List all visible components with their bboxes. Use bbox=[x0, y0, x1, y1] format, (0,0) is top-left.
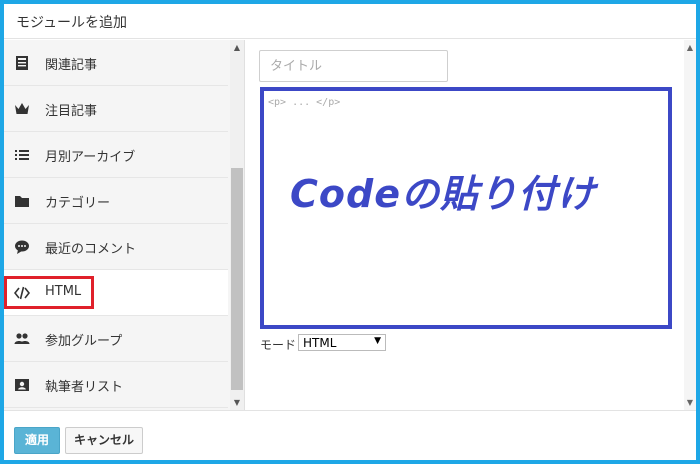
scroll-down-arrow-icon[interactable]: ▼ bbox=[230, 398, 244, 407]
paste-code-annotation: Codeの貼り付け bbox=[290, 172, 596, 216]
dialog-title: モジュールを追加 bbox=[16, 15, 128, 31]
author-card-icon bbox=[15, 379, 29, 391]
module-sidebar: 関連記事 注目記事 月別アーカイブ カテゴリー 最近のコメント HTML 参加グ… bbox=[4, 40, 245, 410]
mode-select[interactable]: HTML ▼ bbox=[298, 334, 386, 351]
scroll-down-arrow-icon[interactable]: ▼ bbox=[684, 398, 696, 407]
sidebar-item-recent-comments[interactable]: 最近のコメント bbox=[4, 224, 228, 270]
sidebar-item-related-articles[interactable]: 関連記事 bbox=[4, 40, 228, 86]
html-highlight-box bbox=[4, 276, 94, 309]
main-scrollbar[interactable]: ▲ ▼ bbox=[684, 40, 696, 410]
group-icon bbox=[14, 333, 30, 344]
mode-label: モード bbox=[260, 338, 297, 352]
code-editor[interactable]: <p> ... </p> Codeの貼り付け bbox=[260, 87, 672, 329]
sidebar-item-author-list[interactable]: 執筆者リスト bbox=[4, 362, 228, 408]
sidebar-scrollbar[interactable]: ▲ ▼ bbox=[230, 40, 244, 410]
dialog-footer: 適用 キャンセル bbox=[4, 410, 696, 460]
folder-icon bbox=[15, 196, 29, 207]
sidebar-item-label: カテゴリー bbox=[45, 196, 111, 211]
comment-icon bbox=[15, 240, 29, 254]
article-icon bbox=[16, 56, 28, 70]
sidebar-scroll-thumb[interactable] bbox=[231, 168, 243, 390]
dialog-titlebar: モジュールを追加 bbox=[4, 4, 696, 39]
sidebar-item-monthly-archive[interactable]: 月別アーカイブ bbox=[4, 132, 228, 178]
sidebar-item-groups[interactable]: 参加グループ bbox=[4, 316, 228, 362]
cancel-button[interactable]: キャンセル bbox=[65, 427, 143, 454]
sidebar-item-label: 最近のコメント bbox=[45, 242, 137, 257]
scroll-up-arrow-icon[interactable]: ▲ bbox=[684, 43, 696, 52]
sidebar-item-label: 執筆者リスト bbox=[45, 380, 124, 395]
apply-button[interactable]: 適用 bbox=[14, 427, 60, 454]
sidebar-item-label: 月別アーカイブ bbox=[45, 150, 136, 165]
mode-select-value: HTML bbox=[303, 336, 337, 350]
chevron-down-icon: ▼ bbox=[374, 336, 381, 346]
sidebar-item-category[interactable]: カテゴリー bbox=[4, 178, 228, 224]
sidebar-item-featured-articles[interactable]: 注目記事 bbox=[4, 86, 228, 132]
code-placeholder: <p> ... </p> bbox=[268, 97, 341, 108]
title-input[interactable] bbox=[259, 50, 448, 82]
sidebar-item-label: 参加グループ bbox=[45, 334, 123, 349]
scroll-up-arrow-icon[interactable]: ▲ bbox=[230, 43, 244, 52]
crown-icon bbox=[15, 103, 29, 114]
sidebar-item-label: 関連記事 bbox=[45, 58, 98, 73]
list-icon bbox=[15, 150, 29, 160]
sidebar-item-label: 注目記事 bbox=[45, 104, 98, 119]
module-editor: <p> ... </p> Codeの貼り付け モード HTML ▼ bbox=[246, 40, 684, 410]
